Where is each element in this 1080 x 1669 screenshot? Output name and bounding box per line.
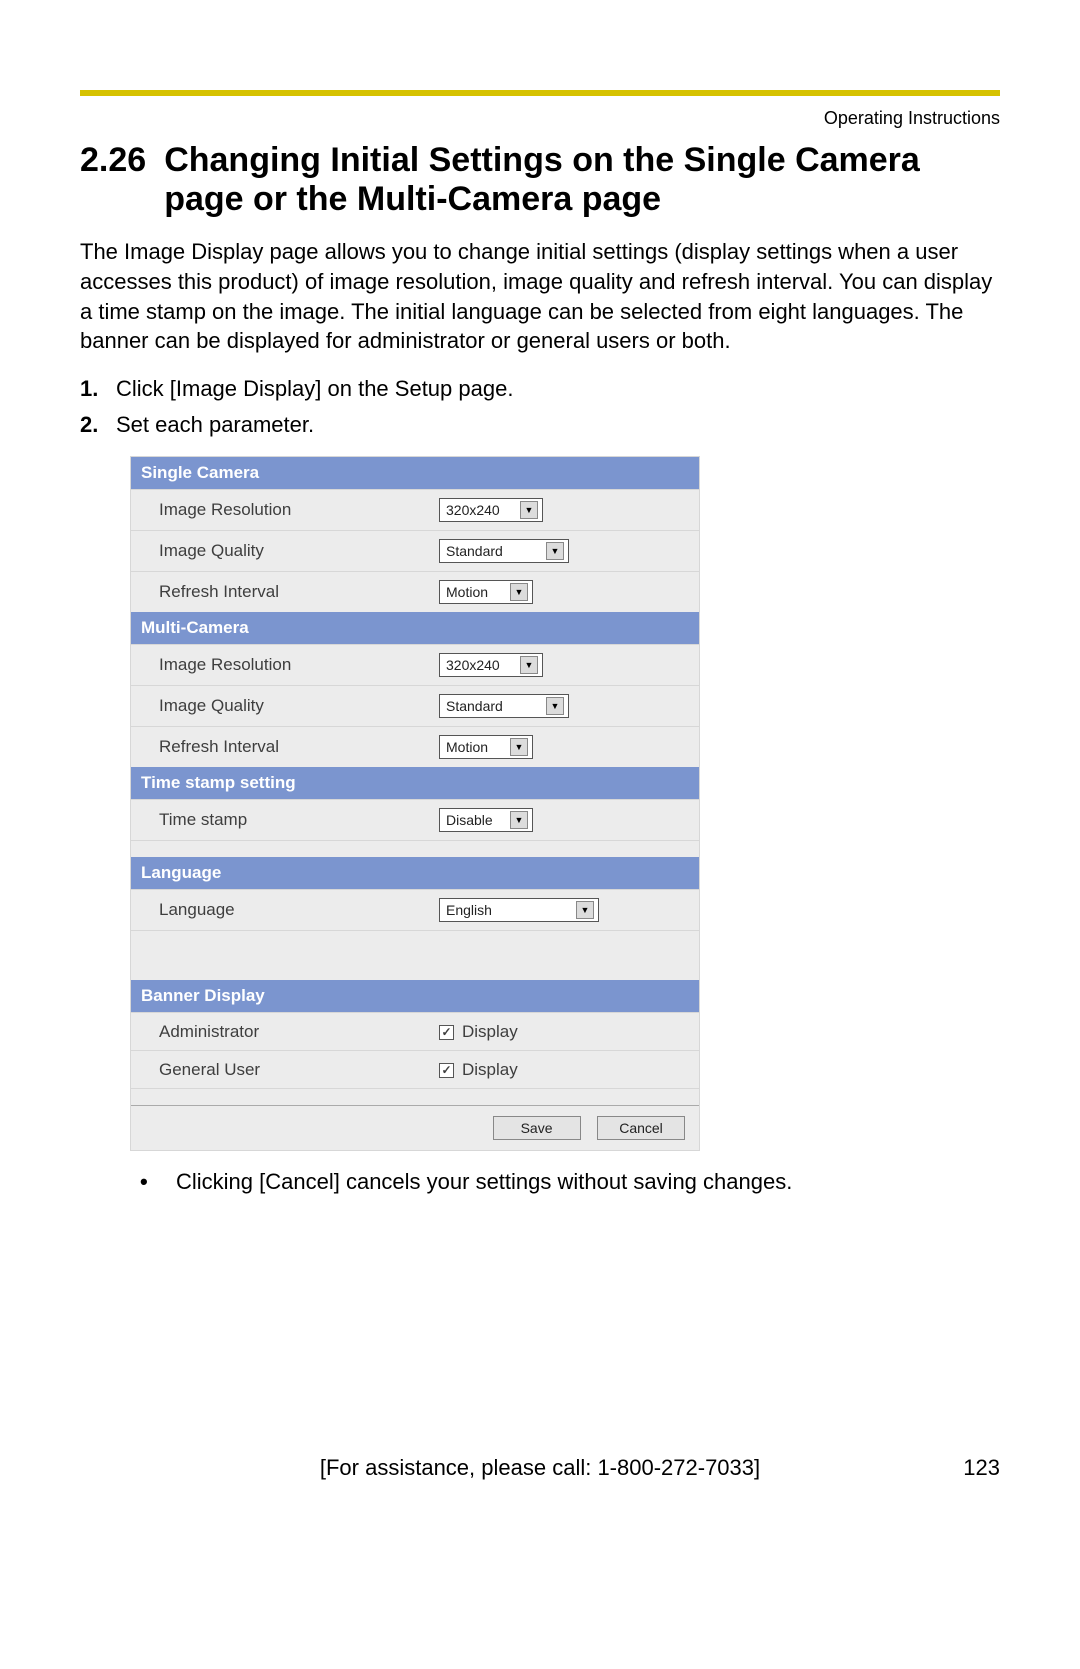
single-resolution-select[interactable]: 320x240 ▼ [439,498,543,522]
single-quality-select[interactable]: Standard ▼ [439,539,569,563]
step-2: 2. Set each parameter. [80,412,1000,438]
chevron-down-icon: ▼ [520,656,538,674]
steps-list: 1. Click [Image Display] on the Setup pa… [80,376,1000,438]
general-display-checkbox[interactable]: ✓ [439,1063,454,1078]
note: • Clicking [Cancel] cancels your setting… [140,1169,1000,1195]
single-resolution-label: Image Resolution [131,489,439,530]
select-value: 320x240 [446,502,500,518]
step-number: 2. [80,412,116,438]
select-value: Motion [446,584,488,600]
select-value: 320x240 [446,657,500,673]
select-value: Standard [446,543,503,559]
multi-quality-select[interactable]: Standard ▼ [439,694,569,718]
button-row: Save Cancel [131,1105,699,1150]
admin-display-checkbox[interactable]: ✓ [439,1025,454,1040]
settings-panel: Single Camera Image Resolution 320x240 ▼… [130,456,700,1152]
multi-refresh-select[interactable]: Motion ▼ [439,735,533,759]
page-number: 123 [963,1455,1000,1481]
section-header-language: Language [131,857,699,889]
multi-quality-label: Image Quality [131,685,439,726]
banner-general-label: General User [131,1051,439,1089]
step-number: 1. [80,376,116,402]
chevron-down-icon: ▼ [546,542,564,560]
select-value: Motion [446,739,488,755]
section-number: 2.26 [80,141,146,180]
language-select[interactable]: English ▼ [439,898,599,922]
select-value: Standard [446,698,503,714]
checkbox-label: Display [462,1022,518,1042]
section-heading: Changing Initial Settings on the Single … [164,141,1000,219]
multi-refresh-label: Refresh Interval [131,726,439,767]
note-text: Clicking [Cancel] cancels your settings … [176,1169,792,1195]
chevron-down-icon: ▼ [510,811,528,829]
bullet-icon: • [140,1169,176,1195]
chevron-down-icon: ▼ [546,697,564,715]
language-label: Language [131,889,439,930]
checkbox-label: Display [462,1060,518,1080]
select-value: Disable [446,812,493,828]
timestamp-select[interactable]: Disable ▼ [439,808,533,832]
timestamp-label: Time stamp [131,799,439,840]
select-value: English [446,902,492,918]
intro-paragraph: The Image Display page allows you to cha… [80,237,1000,356]
multi-resolution-select[interactable]: 320x240 ▼ [439,653,543,677]
step-text: Click [Image Display] on the Setup page. [116,376,513,402]
document-page: Operating Instructions 2.26 Changing Ini… [0,0,1080,1541]
top-rule [80,90,1000,96]
multi-resolution-label: Image Resolution [131,644,439,685]
chevron-down-icon: ▼ [510,583,528,601]
step-1: 1. Click [Image Display] on the Setup pa… [80,376,1000,402]
section-header-timestamp: Time stamp setting [131,767,699,799]
section-header-banner: Banner Display [131,980,699,1012]
single-refresh-label: Refresh Interval [131,571,439,612]
chevron-down-icon: ▼ [576,901,594,919]
step-text: Set each parameter. [116,412,314,438]
banner-admin-label: Administrator [131,1013,439,1051]
cancel-button[interactable]: Cancel [597,1116,685,1140]
save-button[interactable]: Save [493,1116,581,1140]
single-quality-label: Image Quality [131,530,439,571]
section-title: 2.26 Changing Initial Settings on the Si… [80,141,1000,219]
footer: [For assistance, please call: 1-800-272-… [80,1455,1000,1481]
header-label: Operating Instructions [80,108,1000,129]
chevron-down-icon: ▼ [510,738,528,756]
assistance-text: [For assistance, please call: 1-800-272-… [320,1455,760,1481]
single-refresh-select[interactable]: Motion ▼ [439,580,533,604]
section-header-multi-camera: Multi-Camera [131,612,699,644]
chevron-down-icon: ▼ [520,501,538,519]
section-header-single-camera: Single Camera [131,457,699,489]
